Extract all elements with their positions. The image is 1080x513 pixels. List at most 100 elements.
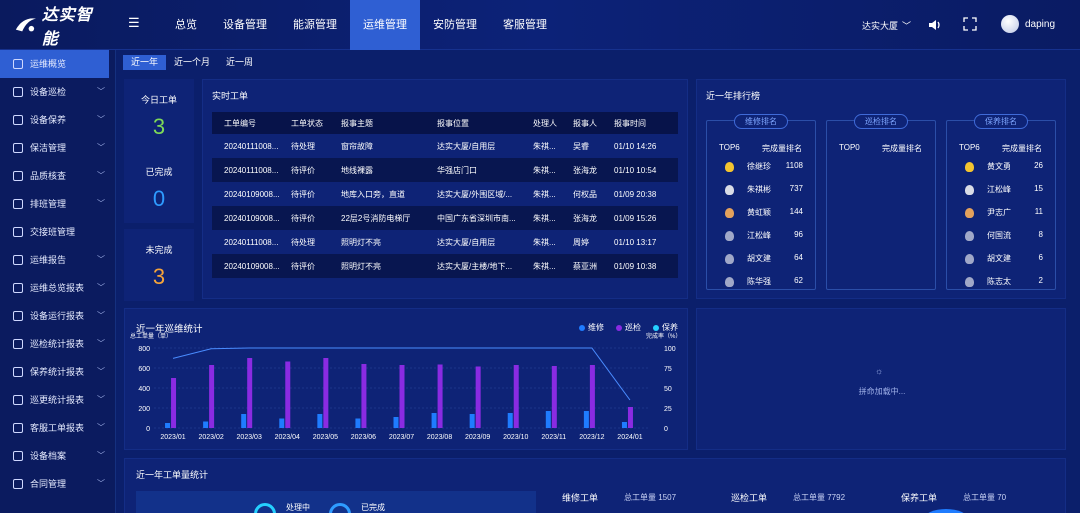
site-selector[interactable]: 达实大厦 ﹀	[862, 19, 911, 32]
menu-toggle-icon[interactable]: ☰	[128, 16, 140, 29]
period-tab-2[interactable]: 近一周	[218, 55, 261, 70]
ranking-value: 15	[1034, 184, 1043, 193]
table-row[interactable]: 20240111008... 待处理 窗帘故障 达实大厦/自用层 朱祺... 吴睿 01/1…	[212, 134, 678, 158]
y2-tick-label: 100	[664, 346, 676, 353]
x-tick-label: 2024/01	[617, 434, 642, 441]
ranking-value: 8	[1038, 230, 1043, 239]
nav-item-4[interactable]: 安防管理	[420, 0, 490, 50]
chevron-down-icon: ﹀	[97, 311, 105, 320]
ranking-value: 6	[1038, 253, 1043, 262]
logo[interactable]: 达实智能	[14, 7, 104, 48]
nav-item-0[interactable]: 总览	[162, 0, 210, 50]
avatar	[1001, 15, 1019, 33]
sidebar-item-label: 保养统计报表	[30, 367, 85, 377]
ranking-col: 完成量排名	[762, 144, 802, 153]
table-cell: 01/09 20:38	[614, 189, 657, 199]
sidebar-item-label: 保洁管理	[30, 143, 67, 153]
table-cell: 地库入口旁，直道	[341, 189, 405, 199]
table-cell: 周婷	[573, 237, 589, 247]
sidebar-item-13[interactable]: 客服工单报表 ﹀	[0, 414, 115, 442]
ranking-value: 26	[1034, 161, 1043, 170]
sidebar-item-4[interactable]: 品质核查 ﹀	[0, 162, 115, 190]
quality-icon	[13, 171, 23, 181]
sidebar-item-label: 运维报告	[30, 255, 67, 265]
inspect-icon	[13, 87, 23, 97]
medal-icon	[725, 162, 734, 172]
sidebar-item-11[interactable]: 保养统计报表 ﹀	[0, 358, 115, 386]
y-tick-label: 200	[138, 406, 150, 413]
period-tab-1[interactable]: 近一个月	[166, 55, 218, 70]
sidebar-item-label: 设备巡检	[30, 87, 67, 97]
ranking-row: 尹志广 11	[947, 207, 1055, 221]
ranking-tab[interactable]: 维修排名	[734, 114, 788, 129]
sidebar-item-3[interactable]: 保洁管理 ﹀	[0, 134, 115, 162]
table-cell: 20240109008...	[224, 213, 279, 223]
ranking-row: 陈志太 2	[947, 276, 1055, 290]
sidebar-item-0[interactable]: 运维概览	[0, 50, 109, 78]
chevron-down-icon: ﹀	[97, 87, 105, 96]
ranking-name: 胡文建	[987, 254, 1011, 263]
sidebar-item-15[interactable]: 合同管理 ﹀	[0, 470, 115, 498]
table-cell: 待评价	[291, 165, 315, 175]
column-header: 工单状态	[291, 118, 323, 128]
medal-icon	[725, 277, 734, 287]
nav-item-2[interactable]: 能源管理	[280, 0, 350, 50]
ranking-row: 黄文勇 26	[947, 161, 1055, 175]
sidebar-item-7[interactable]: 运维报告 ﹀	[0, 246, 115, 274]
loading-spinner-icon: ☼	[875, 366, 884, 376]
nav-item-3[interactable]: 运维管理	[350, 0, 420, 50]
table-cell: 01/10 10:54	[614, 165, 657, 175]
sidebar-item-14[interactable]: 设备档案 ﹀	[0, 442, 115, 470]
medal-icon	[965, 208, 974, 218]
ranking-tab[interactable]: 保养排名	[974, 114, 1028, 129]
bar	[171, 378, 177, 428]
sidebar-item-9[interactable]: 设备运行报表 ﹀	[0, 302, 115, 330]
fullscreen-icon[interactable]	[963, 17, 977, 31]
ranking-row: 黄虹颖 144	[707, 207, 815, 221]
ranking-tab[interactable]: 巡检排名	[854, 114, 908, 129]
chevron-down-icon: ﹀	[97, 451, 105, 460]
report-icon	[13, 423, 23, 433]
bar	[589, 365, 595, 428]
kpi-card: 未完成 3	[124, 229, 194, 301]
sidebar-item-12[interactable]: 巡更统计报表 ﹀	[0, 386, 115, 414]
sidebar-item-6[interactable]: 交接班管理	[0, 218, 115, 246]
kpi-card: 今日工单 3	[124, 79, 194, 151]
table-row[interactable]: 20240109008... 待评价 照明灯不亮 达实大厦/主楼/地下... 朱祺...…	[212, 254, 678, 278]
table-row[interactable]: 20240111008... 待评价 地线裸露 华强店门口 朱祺... 张海龙 01/10 …	[212, 158, 678, 182]
table-cell: 照明灯不亮	[341, 237, 381, 247]
bar	[241, 414, 247, 428]
column-header: 工单编号	[224, 118, 256, 128]
chevron-down-icon: ﹀	[97, 283, 105, 292]
sidebar-item-5[interactable]: 排班管理 ﹀	[0, 190, 115, 218]
period-tab-0[interactable]: 近一年	[123, 55, 167, 70]
nav-item-5[interactable]: 客服管理	[490, 0, 560, 50]
table-row[interactable]: 20240111008... 待处理 照明灯不亮 达实大厦/自用层 朱祺... 周婷 01/…	[212, 230, 678, 254]
sidebar-item-10[interactable]: 巡检统计报表 ﹀	[0, 330, 115, 358]
bar	[437, 364, 443, 428]
table-cell: 朱祺...	[533, 213, 556, 223]
kpi-label: 未完成	[145, 245, 173, 255]
sidebar-item-1[interactable]: 设备巡检 ﹀	[0, 78, 115, 106]
bar	[513, 365, 519, 428]
table-cell: 朱祺...	[533, 237, 556, 247]
chevron-down-icon: ﹀	[97, 143, 105, 152]
ranking-value: 96	[794, 230, 803, 239]
sidebar-item-8[interactable]: 运维总览报表 ﹀	[0, 274, 115, 302]
user-menu[interactable]: daping	[1001, 15, 1055, 33]
column-header: 报事时间	[614, 118, 646, 128]
ranking-name: 徐继珍	[747, 162, 771, 171]
table-row[interactable]: 20240109008... 待评价 22层2号消防电梯厅 中国广东省深圳市南... 朱…	[212, 206, 678, 230]
report-icon	[13, 395, 23, 405]
ranking-value: 62	[794, 276, 803, 285]
table-row[interactable]: 20240109008... 待评价 地库入口旁，直道 达实大厦/外围区域/... 朱祺…	[212, 182, 678, 206]
kpi-value: 3	[152, 114, 166, 139]
realtime-orders-table: 工单编号 工单状态 报事主题 报事位置 处理人 报事人 报事时间 20240111008...…	[212, 112, 678, 278]
chevron-down-icon: ﹀	[902, 21, 912, 31]
sidebar-item-2[interactable]: 设备保养 ﹀	[0, 106, 115, 134]
nav-item-1[interactable]: 设备管理	[210, 0, 280, 50]
volume-icon[interactable]	[927, 17, 943, 33]
table-cell: 朱祺...	[533, 165, 556, 175]
report-icon	[13, 255, 23, 265]
column-header: 报事位置	[437, 118, 469, 128]
